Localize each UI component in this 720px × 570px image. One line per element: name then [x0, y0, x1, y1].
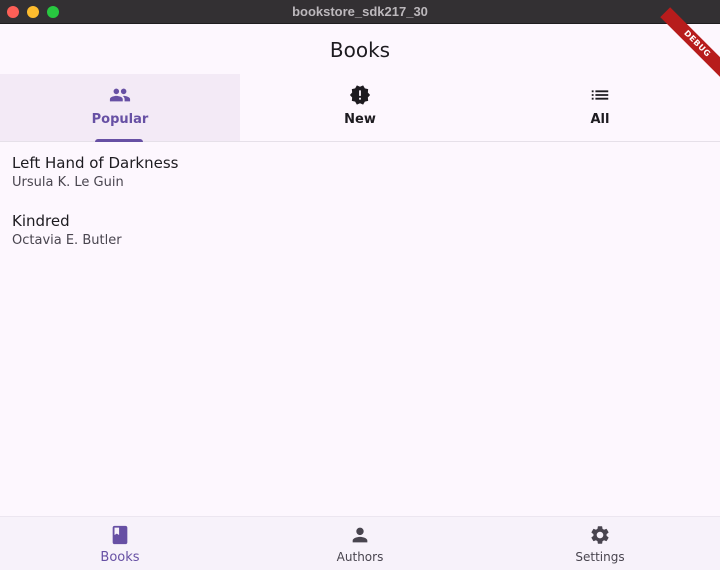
book-author: Ursula K. Le Guin — [12, 175, 124, 190]
list-item[interactable]: Kindred Octavia E. Butler — [0, 200, 720, 258]
new-releases-icon — [349, 84, 371, 106]
window-title: bookstore_sdk217_30 — [292, 4, 428, 19]
book-author: Octavia E. Butler — [12, 233, 122, 248]
bottom-navigation: Books Authors Settings — [0, 516, 720, 570]
settings-icon — [589, 524, 611, 546]
page-title: Books — [329, 38, 391, 62]
person-icon — [349, 524, 371, 546]
tab-label: All — [590, 112, 610, 127]
book-title: Kindred — [12, 212, 70, 230]
nav-label: Settings — [575, 550, 625, 564]
list-icon — [589, 84, 611, 106]
app-bar: Books — [0, 24, 720, 74]
app-window: bookstore_sdk217_30 Books DEBUG Popular … — [0, 0, 720, 570]
book-title: Left Hand of Darkness — [12, 154, 179, 172]
nav-settings[interactable]: Settings — [480, 517, 720, 570]
tab-label: Popular — [91, 112, 149, 127]
list-item[interactable]: Left Hand of Darkness Ursula K. Le Guin — [0, 142, 720, 200]
nav-books[interactable]: Books — [0, 517, 240, 570]
nav-authors[interactable]: Authors — [240, 517, 480, 570]
book-icon — [109, 524, 131, 546]
nav-label: Books — [100, 550, 140, 565]
book-list: Left Hand of Darkness Ursula K. Le Guin … — [0, 142, 720, 258]
tab-new[interactable]: New — [240, 74, 480, 141]
title-bar: bookstore_sdk217_30 — [0, 0, 720, 24]
tab-all[interactable]: All — [480, 74, 720, 141]
people-icon — [109, 84, 131, 106]
nav-label: Authors — [336, 550, 384, 564]
tab-label: New — [344, 112, 376, 127]
tab-bar: Popular New All — [0, 74, 720, 142]
tab-popular[interactable]: Popular — [0, 74, 240, 142]
